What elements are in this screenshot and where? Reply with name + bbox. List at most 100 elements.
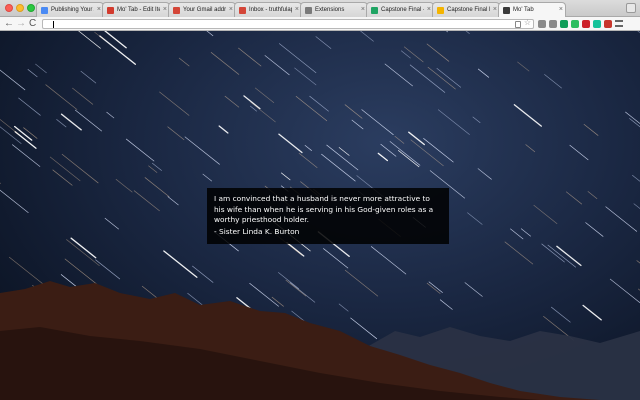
star-trail — [394, 135, 405, 144]
star-trail — [629, 118, 640, 128]
star-trail — [133, 190, 160, 212]
fullscreen-window-button[interactable] — [27, 4, 35, 12]
star-trail — [426, 282, 441, 294]
star-trail — [510, 228, 524, 240]
grammarly-icon[interactable] — [593, 20, 601, 28]
close-tab-icon[interactable]: × — [163, 3, 167, 17]
star-trail — [66, 239, 100, 266]
reader-mode-icon[interactable] — [538, 20, 546, 28]
star-trail — [551, 306, 571, 323]
menu-icon[interactable] — [615, 20, 623, 27]
star-trail — [238, 47, 262, 67]
close-tab-icon[interactable]: × — [427, 3, 431, 17]
star-trail — [370, 246, 407, 275]
minimize-window-button[interactable] — [16, 4, 24, 12]
evernote-icon[interactable] — [571, 20, 579, 28]
tab-1[interactable]: Mo' Tab - Edit Item× — [102, 2, 170, 17]
star-trail — [298, 152, 318, 168]
hangouts-icon[interactable] — [560, 20, 568, 28]
star-trail — [80, 70, 97, 84]
tab-title: Your Gmail address — [183, 7, 226, 13]
star-trail — [398, 150, 420, 168]
star-trail — [163, 250, 198, 278]
star-trail — [525, 144, 536, 153]
address-bar[interactable]: ☆ — [42, 18, 534, 29]
star-trail — [428, 281, 443, 293]
star-trail — [315, 36, 332, 49]
star-trail — [167, 126, 185, 141]
close-tab-icon[interactable]: × — [493, 3, 497, 17]
star-trail — [547, 244, 576, 268]
star-trail — [159, 91, 190, 116]
cast-icon[interactable] — [549, 20, 557, 28]
tab-7[interactable]: Mo' Tab × — [498, 2, 566, 17]
mo-tab-icon — [107, 7, 114, 14]
tab-6[interactable]: Capstone Final Proj× — [432, 2, 500, 17]
adblock-icon[interactable] — [604, 20, 612, 28]
tab-4[interactable]: Extensions × — [300, 2, 368, 17]
forward-button[interactable]: → — [16, 18, 26, 29]
star-trail — [426, 43, 450, 62]
close-tab-icon[interactable]: × — [559, 3, 563, 17]
star-trail — [104, 217, 119, 230]
star-trail — [285, 279, 307, 297]
star-trail — [587, 191, 598, 199]
page-action-icon[interactable] — [515, 21, 521, 28]
star-trail — [427, 66, 456, 90]
star-trail — [632, 174, 640, 182]
star-trail — [295, 96, 328, 122]
tab-2[interactable]: Your Gmail address× — [168, 2, 236, 17]
close-window-button[interactable] — [5, 4, 13, 12]
star-trail — [250, 101, 276, 123]
star-trail — [344, 269, 379, 297]
close-tab-icon[interactable]: × — [361, 3, 365, 17]
star-trail — [152, 162, 162, 171]
google-drive-icon — [371, 7, 378, 14]
star-trail — [192, 265, 214, 283]
profile-icon[interactable] — [626, 3, 636, 13]
star-trail — [286, 242, 305, 257]
star-trail — [61, 153, 99, 184]
star-trail — [439, 299, 453, 310]
close-tab-icon[interactable]: × — [97, 3, 101, 17]
close-tab-icon[interactable]: × — [295, 3, 299, 17]
star-trail — [377, 152, 389, 162]
star-trail — [544, 74, 562, 89]
star-trail — [95, 259, 121, 280]
puzzle-icon — [305, 7, 312, 14]
star-trail — [361, 109, 394, 136]
reload-button[interactable]: C — [29, 18, 36, 29]
star-trail — [350, 317, 378, 340]
tab-5[interactable]: Capstone Final - G× — [366, 2, 434, 17]
star-trail — [472, 116, 481, 124]
star-trail — [106, 111, 115, 119]
bookmark-star-icon[interactable]: ☆ — [524, 18, 531, 27]
quote-author: - Sister Linda K. Burton — [214, 226, 300, 236]
close-tab-icon[interactable]: × — [229, 3, 233, 17]
chrome-web-store-icon — [41, 7, 48, 14]
lastpass-icon[interactable] — [582, 20, 590, 28]
tab-0[interactable]: Publishing Your Ap× — [36, 2, 104, 17]
star-trail — [254, 87, 275, 103]
star-trail — [60, 113, 82, 131]
star-trail — [582, 304, 602, 321]
quote-text: I am convinced that a husband is never m… — [214, 194, 434, 224]
star-trail — [338, 147, 350, 156]
star-trail — [477, 68, 490, 78]
star-trail — [384, 63, 413, 87]
star-trail — [104, 31, 127, 49]
star-trail — [351, 119, 364, 130]
star-trail — [408, 131, 425, 146]
tab-title: Mo' Tab — [513, 7, 534, 13]
star-trail — [467, 212, 483, 225]
tab-3[interactable]: Inbox - truthfulappr× — [234, 2, 302, 17]
star-trail — [464, 282, 483, 297]
star-trail — [289, 282, 316, 303]
star-trail — [326, 144, 359, 171]
star-trail — [323, 248, 349, 269]
back-button[interactable]: ← — [4, 18, 14, 29]
star-trail — [167, 196, 179, 206]
star-trail — [148, 165, 158, 173]
star-trail — [278, 272, 300, 290]
star-trail — [70, 237, 97, 259]
